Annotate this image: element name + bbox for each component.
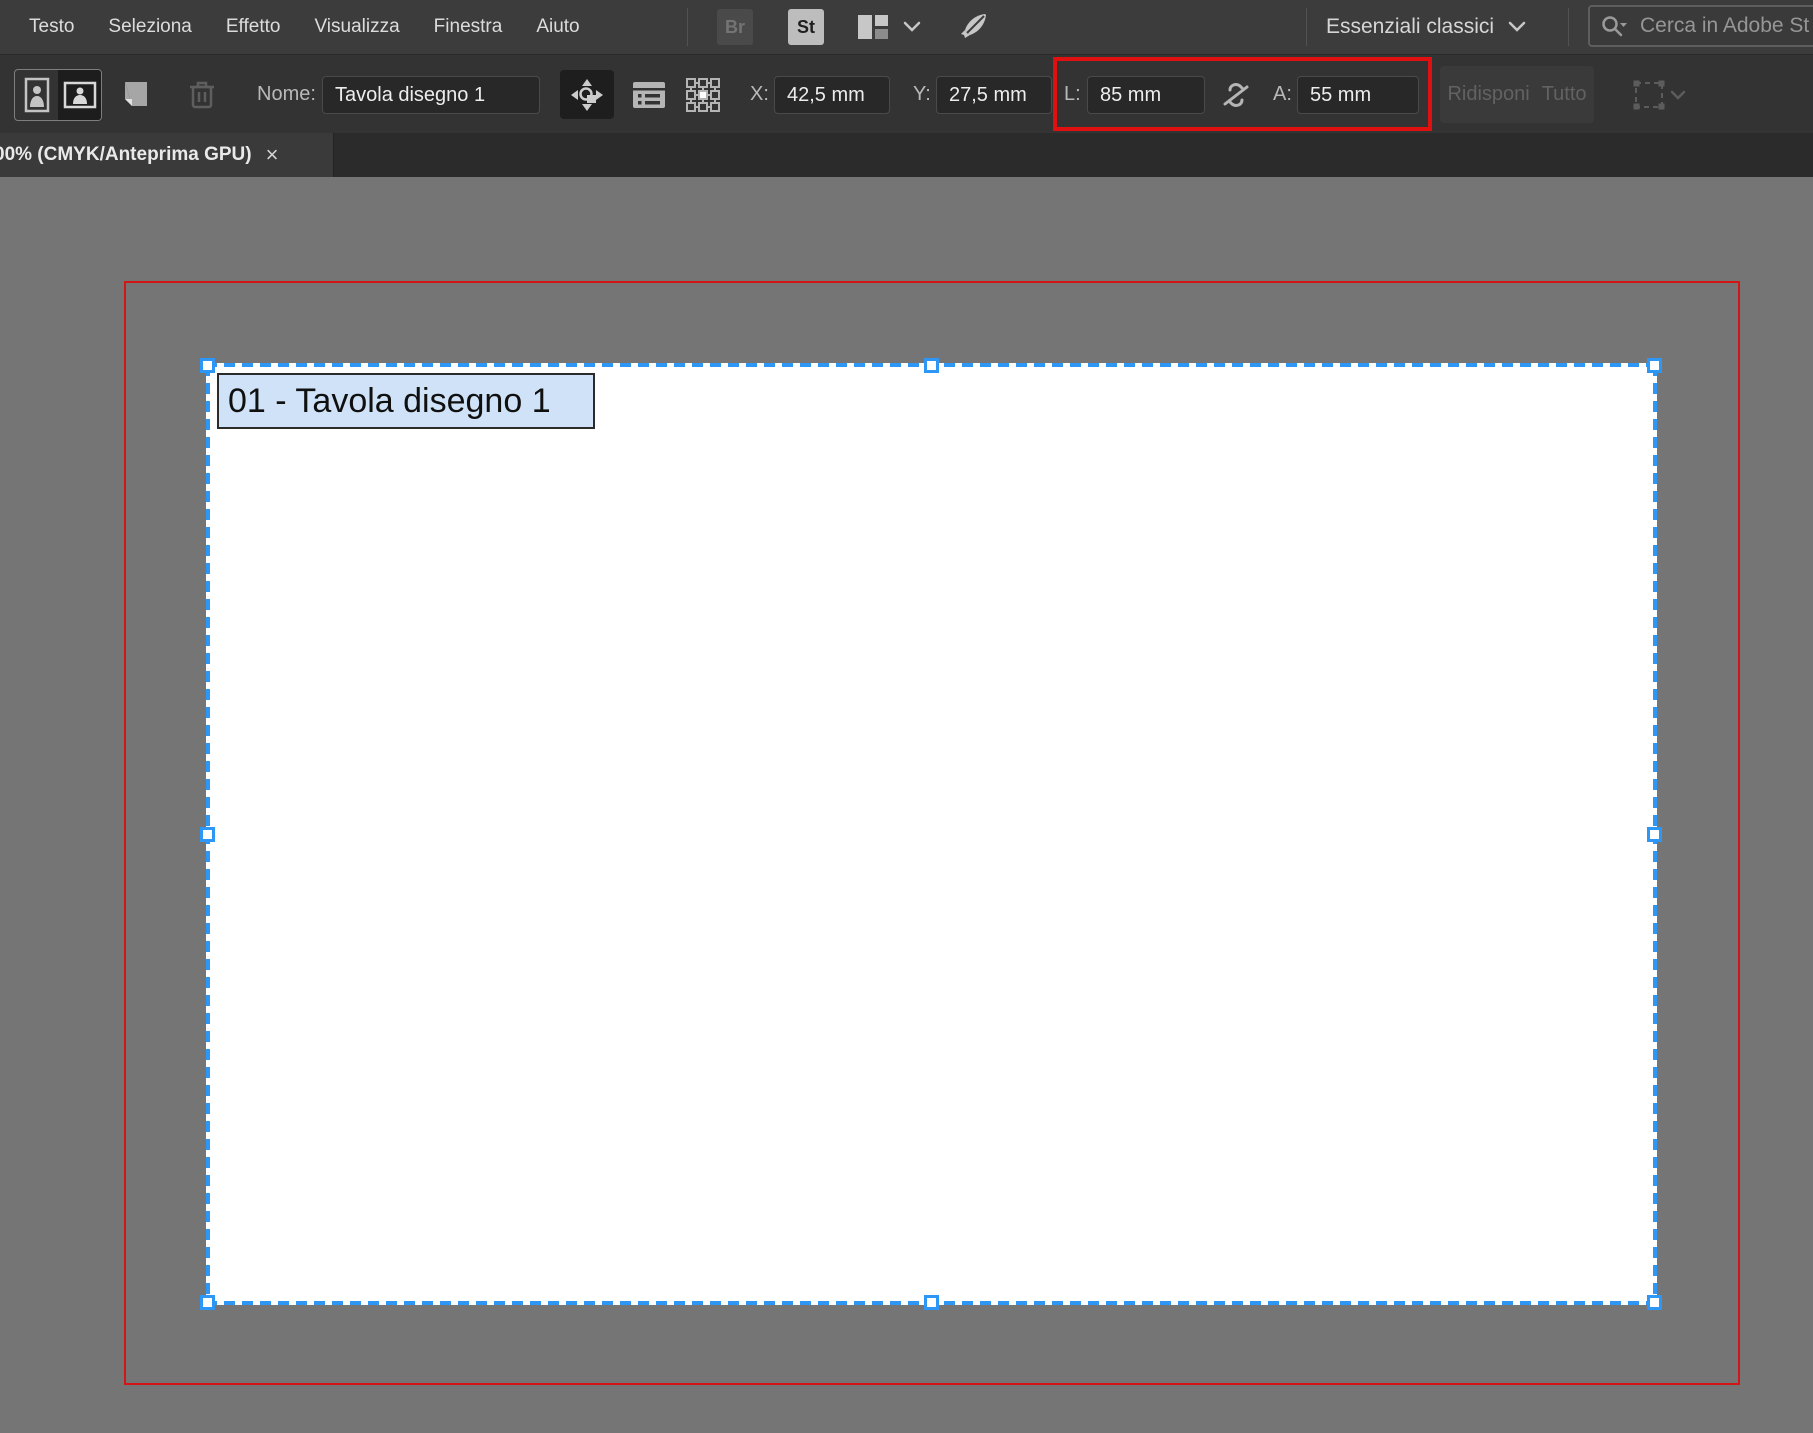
trash-icon[interactable] [186,78,218,110]
artboard-options-icon[interactable] [630,79,668,111]
height-input[interactable] [1297,76,1419,114]
rearrange-all-button[interactable]: Tutto [1542,83,1587,106]
artboard-options-toolbar: Nome: Tavola disegno 1 X: 42,5 mm Y: 27,… [0,54,1813,133]
search-icon [1602,16,1627,37]
document-tab[interactable]: 00% (CMYK/Anteprima GPU) × [0,133,334,177]
portrait-orientation-icon[interactable] [15,70,58,120]
height-label: A: [1273,83,1292,105]
menu-item-finestra[interactable]: Finestra [417,0,520,54]
search-input[interactable] [1638,13,1812,39]
main-menu: Testo Seleziona Effetto Visualizza Fines… [12,0,597,54]
workspace-switcher[interactable]: Essenziali classici [1326,0,1526,54]
move-artboard-icon[interactable] [560,70,614,119]
selection-handle-bottom-middle[interactable] [924,1295,939,1310]
rearrange-button[interactable]: Ridisponi [1447,83,1529,106]
artboard[interactable] [208,365,1655,1303]
menu-item-seleziona[interactable]: Seleziona [91,0,208,54]
rearrange-artboards-icon[interactable] [1632,79,1690,111]
menubar-separator [1568,8,1569,46]
close-icon[interactable]: × [266,144,279,166]
x-label: X: [750,83,769,105]
adobe-stock-search[interactable] [1588,5,1813,47]
selection-handle-middle-left[interactable] [200,827,215,842]
artboard-name-tag[interactable]: 01 - Tavola disegno 1 [217,373,595,429]
menu-item-aiuto[interactable]: Aiuto [519,0,596,54]
rearrange-artboards-group: Ridisponi Tutto [1440,66,1594,123]
name-label: Nome: [257,83,316,105]
menu-item-effetto[interactable]: Effetto [209,0,298,54]
selection-handle-bottom-left[interactable] [200,1295,215,1310]
menu-bar: Testo Seleziona Effetto Visualizza Fines… [0,0,1813,54]
orientation-group [14,69,102,121]
document-tab-bar: 00% (CMYK/Anteprima GPU) × [0,133,1813,177]
y-position-input[interactable] [936,76,1052,114]
selection-handle-top-left[interactable] [200,358,215,373]
reference-point-icon[interactable] [684,76,722,114]
selection-handle-middle-right[interactable] [1647,827,1662,842]
workspace-layout-icon[interactable] [856,13,890,41]
landscape-orientation-icon[interactable] [58,70,101,120]
chevron-down-icon [1508,21,1526,32]
canvas-area[interactable]: 01 - Tavola disegno 1 [0,177,1813,1433]
menu-item-testo[interactable]: Testo [12,0,91,54]
stock-icon[interactable]: St [788,9,824,45]
width-input[interactable] [1087,76,1205,114]
width-label: L: [1064,83,1081,105]
menubar-separator [1306,8,1307,46]
bridge-icon[interactable]: Br [717,9,753,45]
selection-handle-top-middle[interactable] [924,358,939,373]
selection-handle-top-right[interactable] [1647,358,1662,373]
artboard-name-input[interactable] [322,76,540,114]
workspace-name: Essenziali classici [1326,15,1495,38]
selection-handle-bottom-right[interactable] [1647,1295,1662,1310]
new-artboard-icon[interactable] [120,78,152,110]
rocket-icon[interactable] [955,9,991,45]
chevron-down-icon[interactable] [903,21,921,33]
document-tab-title: 00% (CMYK/Anteprima GPU) [0,144,252,165]
menubar-separator [687,8,688,46]
y-label: Y: [913,83,931,105]
menu-item-visualizza[interactable]: Visualizza [297,0,416,54]
x-position-input[interactable] [774,76,890,114]
unlink-icon[interactable] [1218,78,1254,112]
